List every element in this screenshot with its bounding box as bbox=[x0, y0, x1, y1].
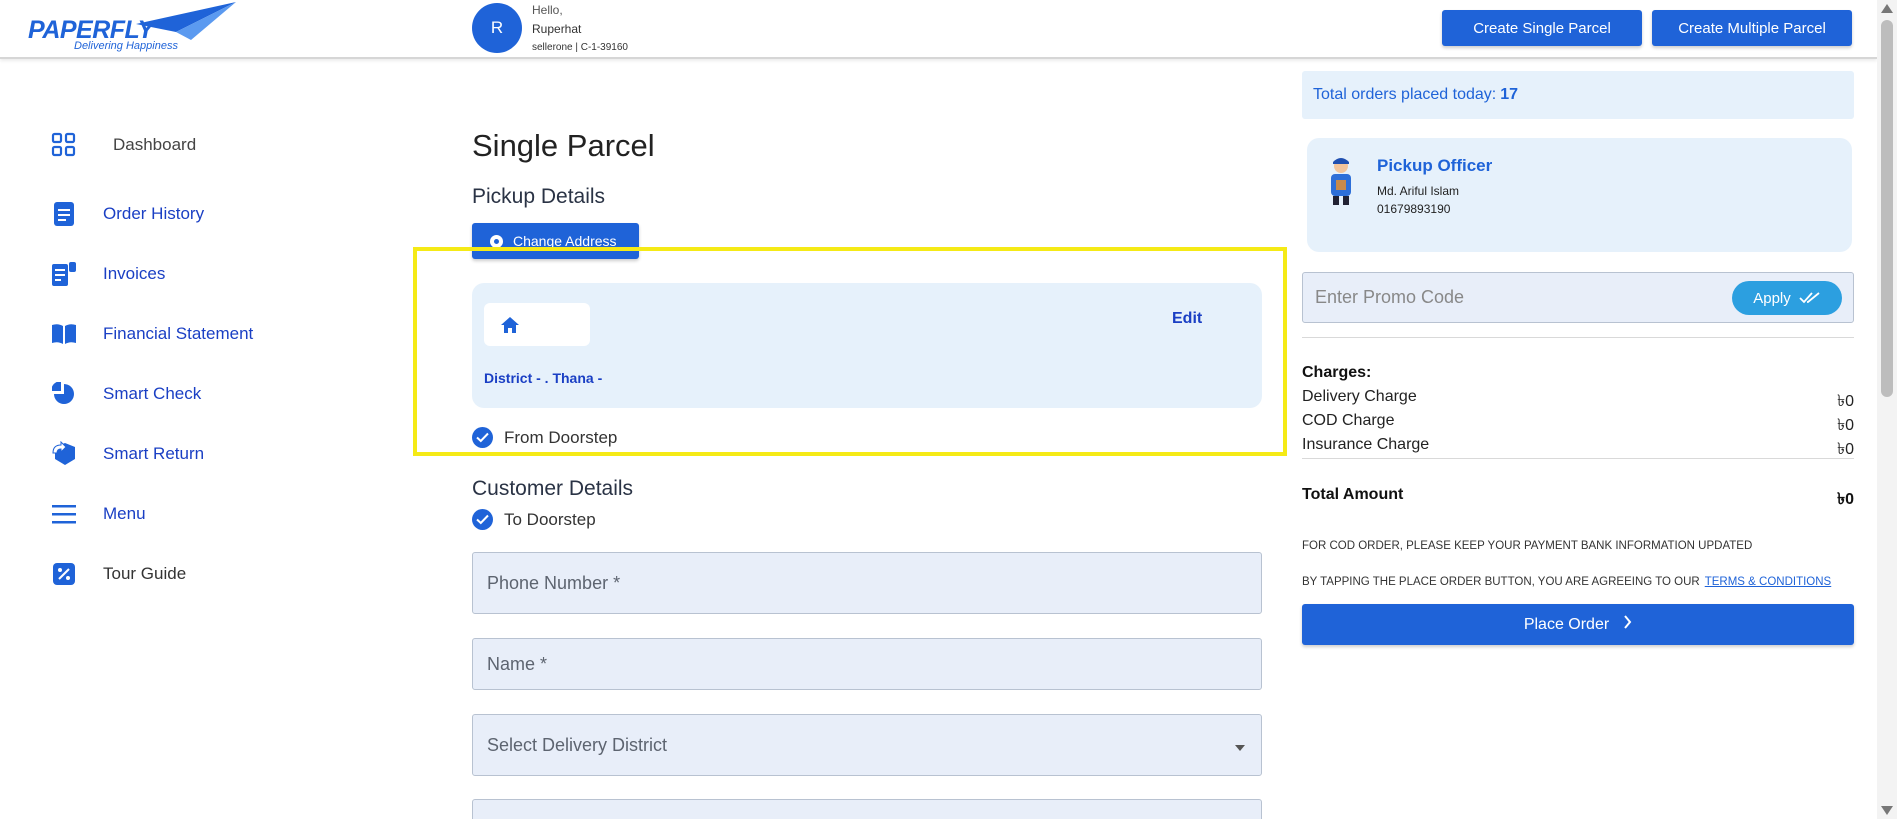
phone-number-input[interactable]: Phone Number * bbox=[472, 552, 1262, 614]
orders-today-count: 17 bbox=[1500, 86, 1519, 103]
pickup-officer-title: Pickup Officer bbox=[1377, 156, 1493, 175]
orders-today-label: Total orders placed today: bbox=[1313, 86, 1497, 103]
delivery-man-icon bbox=[1331, 158, 1351, 205]
grid-icon bbox=[50, 131, 78, 159]
apply-label: Apply bbox=[1753, 289, 1791, 307]
charge-value: ৳0 bbox=[1837, 393, 1854, 410]
page-scrollbar[interactable] bbox=[1877, 0, 1897, 819]
divider bbox=[1302, 458, 1854, 459]
sidebar-item-menu[interactable]: Menu bbox=[50, 496, 146, 532]
place-order-button[interactable]: Place Order bbox=[1302, 604, 1854, 645]
sidebar-item-financial-statement[interactable]: Financial Statement bbox=[50, 316, 253, 352]
customer-details-title: Customer Details bbox=[472, 477, 634, 500]
total-amount-label: Total Amount bbox=[1302, 486, 1404, 503]
to-doorstep-label: To Doorstep bbox=[504, 509, 596, 529]
sidebar-item-smart-check[interactable]: Smart Check bbox=[50, 376, 201, 412]
highlight-box bbox=[413, 247, 1287, 456]
total-amount-value: ৳0 bbox=[1837, 491, 1854, 508]
promo-code-field[interactable]: Enter Promo Code Apply bbox=[1302, 272, 1854, 323]
orders-today-banner: Total orders placed today: 17 bbox=[1302, 71, 1854, 119]
location-dot-icon bbox=[490, 234, 503, 248]
pickup-officer-phone: 01679893190 bbox=[1377, 202, 1451, 216]
charge-label: COD Charge bbox=[1302, 412, 1395, 429]
checkmark-icon[interactable] bbox=[472, 509, 493, 530]
total-amount-row: Total Amount ৳0 bbox=[1302, 486, 1854, 513]
user-name: Ruperhat bbox=[532, 22, 582, 36]
sidebar-item-label: Smart Check bbox=[103, 384, 202, 403]
cod-note: FOR COD ORDER, PLEASE KEEP YOUR PAYMENT … bbox=[1302, 540, 1753, 552]
sidebar-item-tour-guide[interactable]: Tour Guide bbox=[50, 556, 186, 592]
dropdown-caret-icon bbox=[1235, 745, 1245, 751]
paperfly-logo[interactable]: PAPERFLY Delivering Happiness bbox=[26, 2, 236, 54]
create-single-parcel-button[interactable]: Create Single Parcel bbox=[1442, 10, 1642, 46]
sidebar-item-dashboard[interactable]: Dashboard bbox=[50, 127, 196, 163]
page-title: Single Parcel bbox=[472, 128, 655, 163]
sidebar-item-label: Invoices bbox=[103, 264, 166, 283]
terms-note-text: BY TAPPING THE PLACE ORDER BUTTON, YOU A… bbox=[1302, 576, 1700, 588]
scroll-thumb[interactable] bbox=[1881, 20, 1893, 397]
delivery-district-select[interactable]: Select Delivery District bbox=[472, 714, 1262, 776]
create-multiple-parcel-button[interactable]: Create Multiple Parcel bbox=[1652, 10, 1852, 46]
pie-icon bbox=[50, 380, 78, 408]
delivery-district-placeholder: Select Delivery District bbox=[487, 734, 668, 755]
invoice-icon bbox=[50, 260, 78, 288]
next-field-input[interactable] bbox=[472, 799, 1262, 819]
top-header: PAPERFLY Delivering Happiness R Hello, R… bbox=[0, 0, 1877, 59]
user-subtitle: sellerone | C-1-39160 bbox=[532, 42, 628, 53]
delivery-charge-row: Delivery Charge ৳0 bbox=[1302, 388, 1854, 415]
sidebar-item-label: Menu bbox=[103, 504, 146, 523]
apply-promo-button[interactable]: Apply bbox=[1732, 281, 1842, 315]
charges-title: Charges: bbox=[1302, 364, 1372, 381]
sidebar-item-label: Order History bbox=[103, 204, 205, 223]
divider bbox=[1302, 337, 1854, 338]
document-icon bbox=[50, 200, 78, 228]
book-icon bbox=[50, 320, 78, 348]
paper-plane-icon bbox=[136, 2, 236, 40]
sidebar-item-label: Smart Return bbox=[103, 444, 205, 463]
sidebar-item-smart-return[interactable]: Smart Return bbox=[50, 436, 204, 472]
return-icon bbox=[50, 440, 78, 468]
chevron-right-icon bbox=[1623, 615, 1632, 634]
pickup-details-title: Pickup Details bbox=[472, 185, 606, 208]
pickup-officer-name: Md. Ariful Islam bbox=[1377, 184, 1460, 198]
pickup-officer-card: Pickup Officer Md. Ariful Islam 01679893… bbox=[1307, 138, 1852, 252]
sidebar-item-order-history[interactable]: Order History bbox=[50, 196, 204, 232]
terms-conditions-link[interactable]: TERMS & CONDITIONS bbox=[1705, 576, 1832, 588]
to-doorstep-option[interactable]: To Doorstep bbox=[472, 509, 596, 530]
double-check-icon bbox=[1799, 292, 1820, 304]
scroll-down-arrow-icon[interactable] bbox=[1881, 806, 1893, 815]
sidebar-item-label: Tour Guide bbox=[103, 564, 187, 583]
name-input[interactable]: Name * bbox=[472, 638, 1262, 690]
cod-charge-row: COD Charge ৳0 bbox=[1302, 412, 1854, 439]
avatar[interactable]: R bbox=[472, 3, 522, 53]
sidebar-item-label: Dashboard bbox=[113, 135, 197, 154]
charge-label: Delivery Charge bbox=[1302, 388, 1417, 405]
terms-note: BY TAPPING THE PLACE ORDER BUTTON, YOU A… bbox=[1302, 576, 1831, 588]
charge-value: ৳0 bbox=[1837, 417, 1854, 434]
promo-code-placeholder: Enter Promo Code bbox=[1315, 287, 1465, 307]
sidebar-item-invoices[interactable]: Invoices bbox=[50, 256, 165, 292]
greeting-text: Hello, bbox=[532, 3, 563, 17]
place-order-label: Place Order bbox=[1523, 615, 1610, 633]
menu-icon bbox=[50, 500, 78, 528]
scroll-up-arrow-icon[interactable] bbox=[1881, 4, 1893, 13]
sidebar-item-label: Financial Statement bbox=[103, 324, 254, 343]
percent-icon bbox=[50, 560, 78, 588]
